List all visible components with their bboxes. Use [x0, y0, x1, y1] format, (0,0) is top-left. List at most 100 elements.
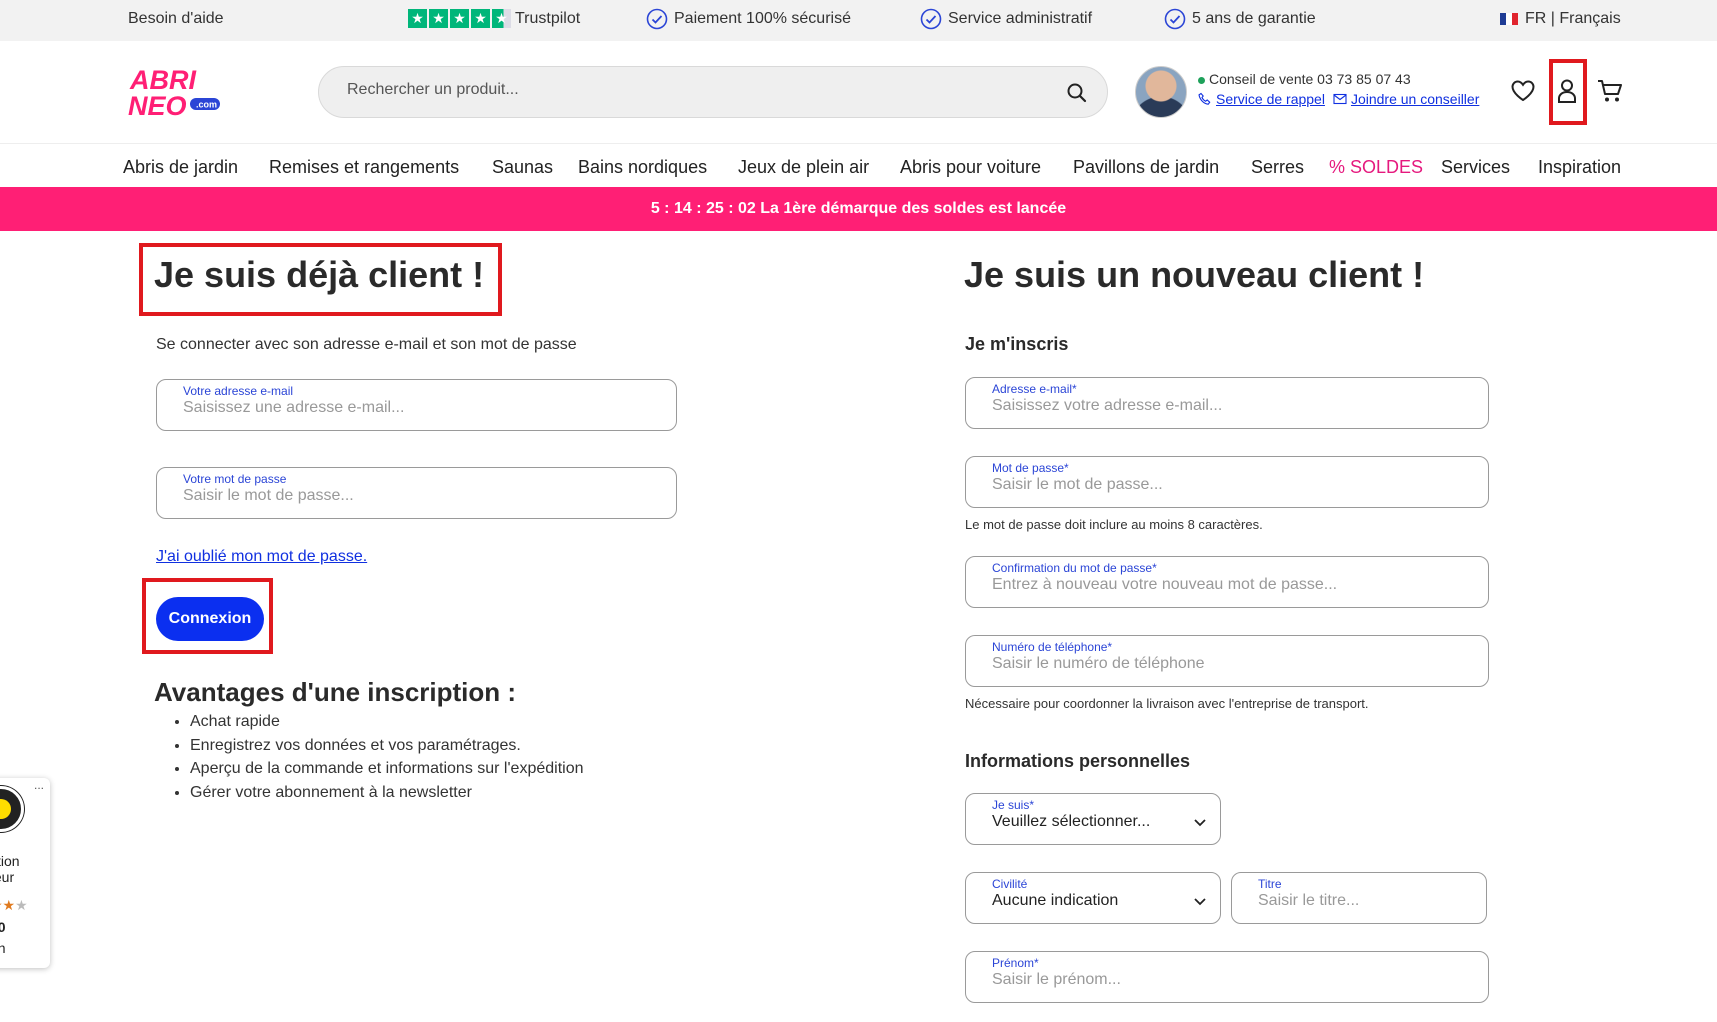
- phone-icon: [1198, 92, 1212, 106]
- check-circle-icon: [1164, 8, 1186, 30]
- star-icon: ★: [471, 9, 490, 28]
- language-selector[interactable]: FR | Français: [1500, 10, 1621, 28]
- login-password-input[interactable]: [183, 487, 662, 505]
- search-icon[interactable]: [1065, 81, 1089, 105]
- phone-hint: Nécessaire pour coordonner la livraison …: [965, 696, 1369, 711]
- civility-label: Civilité: [992, 877, 1027, 891]
- nav-greenhouses[interactable]: Serres: [1251, 157, 1304, 178]
- nav-garden-pavilions[interactable]: Pavillons de jardin: [1073, 157, 1219, 178]
- search-bar[interactable]: [318, 66, 1108, 118]
- login-password-field[interactable]: Votre mot de passe: [156, 467, 677, 519]
- password-hint: Le mot de passe doit inclure au moins 8 …: [965, 517, 1263, 532]
- login-title-highlight: [139, 243, 502, 316]
- register-title: Je suis un nouveau client !: [964, 254, 1424, 296]
- phone-label: Numéro de téléphone*: [992, 640, 1112, 654]
- register-password-field[interactable]: Mot de passe*: [965, 456, 1489, 508]
- list-item: Achat rapide: [190, 710, 583, 734]
- online-status-dot: [1198, 77, 1205, 84]
- trustpilot-rating[interactable]: ★ ★ ★ ★ ★ Trustpilot: [408, 9, 580, 28]
- search-input[interactable]: [347, 81, 1027, 99]
- title-field[interactable]: Titre: [1231, 872, 1487, 924]
- help-link[interactable]: Besoin d'aide: [128, 10, 224, 28]
- promo-banner[interactable]: 5 : 14 : 25 : 02 La 1ère démarque des so…: [0, 187, 1717, 231]
- login-button-highlight: [142, 578, 273, 654]
- firstname-field[interactable]: Prénom*: [965, 951, 1489, 1003]
- perk-admin-service: Service administratif: [920, 8, 1092, 30]
- nav-sale[interactable]: % SOLDES: [1329, 157, 1423, 178]
- list-item: Enregistrez vos données et vos paramétra…: [190, 734, 583, 758]
- iam-select[interactable]: Je suis* Veuillez sélectionner...: [965, 793, 1221, 845]
- register-email-field[interactable]: Adresse e-mail*: [965, 377, 1489, 429]
- badge-stars-icon: ★★★: [0, 897, 28, 914]
- forgot-password-link[interactable]: J'ai oublié mon mot de passe.: [156, 548, 367, 566]
- nav-saunas[interactable]: Saunas: [492, 157, 553, 178]
- logo-tld: .com: [196, 100, 217, 110]
- nav-inspiration[interactable]: Inspiration: [1538, 157, 1621, 178]
- civility-value: Aucune indication: [992, 892, 1118, 910]
- mail-icon: [1333, 93, 1347, 105]
- nav-services[interactable]: Services: [1441, 157, 1510, 178]
- badge-text: en: [0, 940, 6, 956]
- firstname-input[interactable]: [992, 971, 1474, 989]
- logo-text-bottom: NEO: [128, 91, 187, 121]
- phone-field[interactable]: Numéro de téléphone*: [965, 635, 1489, 687]
- nav-garden-sheds[interactable]: Abris de jardin: [123, 157, 238, 178]
- perk-label: Paiement 100% sécurisé: [674, 10, 851, 28]
- login-email-field[interactable]: Votre adresse e-mail: [156, 379, 677, 431]
- perk-secure-payment: Paiement 100% sécurisé: [646, 8, 851, 30]
- register-password-label: Mot de passe*: [992, 461, 1069, 475]
- benefits-title: Avantages d'une inscription :: [154, 677, 516, 708]
- trustpilot-stars: ★ ★ ★ ★ ★: [408, 9, 511, 28]
- more-icon[interactable]: ...: [34, 778, 44, 792]
- login-subtitle: Se connecter avec son adresse e-mail et …: [156, 336, 577, 354]
- trusted-shops-badge[interactable]: ... ction teur ★★★ 00 en: [0, 778, 50, 968]
- civility-select[interactable]: Civilité Aucune indication: [965, 872, 1221, 924]
- abrineo-logo[interactable]: ABRI NEO .com: [128, 63, 228, 121]
- callback-link[interactable]: Service de rappel: [1198, 91, 1325, 107]
- advisor-avatar: [1135, 66, 1187, 118]
- confirm-password-label: Confirmation du mot de passe*: [992, 561, 1157, 575]
- french-flag-icon: [1500, 13, 1518, 25]
- perk-label: Service administratif: [948, 10, 1092, 28]
- star-icon: ★: [492, 9, 511, 28]
- badge-text: teur: [0, 869, 14, 885]
- trustpilot-label: Trustpilot: [515, 10, 580, 28]
- check-circle-icon: [920, 8, 942, 30]
- login-email-input[interactable]: [183, 399, 662, 417]
- nav-outdoor-games[interactable]: Jeux de plein air: [738, 157, 869, 178]
- personal-info-title: Informations personnelles: [965, 751, 1190, 772]
- chevron-down-icon: [1192, 814, 1208, 830]
- nav-nordic-baths[interactable]: Bains nordiques: [578, 157, 707, 178]
- star-icon: ★: [408, 9, 427, 28]
- main-navigation: Abris de jardin Remises et rangements Sa…: [0, 143, 1717, 187]
- badge-score: 00: [0, 919, 6, 935]
- star-icon: ★: [429, 9, 448, 28]
- list-item: Aperçu de la commande et informations su…: [190, 757, 583, 781]
- register-password-input[interactable]: [992, 476, 1474, 494]
- perk-warranty: 5 ans de garantie: [1164, 8, 1316, 30]
- star-icon: ★: [450, 9, 469, 28]
- callback-link-label: Service de rappel: [1216, 91, 1325, 107]
- chevron-down-icon: [1192, 893, 1208, 909]
- nav-storage[interactable]: Remises et rangements: [269, 157, 459, 178]
- heart-icon[interactable]: [1509, 77, 1537, 105]
- account-highlight: [1549, 59, 1587, 125]
- header: ABRI NEO .com Conseil de vente 03 73 85 …: [0, 41, 1717, 143]
- confirm-password-input[interactable]: [992, 576, 1474, 594]
- advice-phone: Conseil de vente 03 73 85 07 43: [1209, 71, 1411, 87]
- cart-icon[interactable]: [1596, 77, 1624, 105]
- iam-label: Je suis*: [992, 798, 1034, 812]
- confirm-password-field[interactable]: Confirmation du mot de passe*: [965, 556, 1489, 608]
- sales-advice: Conseil de vente 03 73 85 07 43 Service …: [1198, 71, 1479, 107]
- title-input[interactable]: [1258, 892, 1472, 910]
- login-password-label: Votre mot de passe: [183, 472, 286, 486]
- phone-input[interactable]: [992, 655, 1474, 673]
- check-circle-icon: [646, 8, 668, 30]
- register-email-input[interactable]: [992, 397, 1474, 415]
- contact-advisor-link[interactable]: Joindre un conseiller: [1333, 91, 1479, 107]
- register-section-title: Je m'inscris: [965, 334, 1068, 355]
- trusted-shops-seal-icon: [0, 786, 24, 832]
- nav-carports[interactable]: Abris pour voiture: [900, 157, 1041, 178]
- login-email-label: Votre adresse e-mail: [183, 384, 293, 398]
- perk-label: 5 ans de garantie: [1192, 10, 1316, 28]
